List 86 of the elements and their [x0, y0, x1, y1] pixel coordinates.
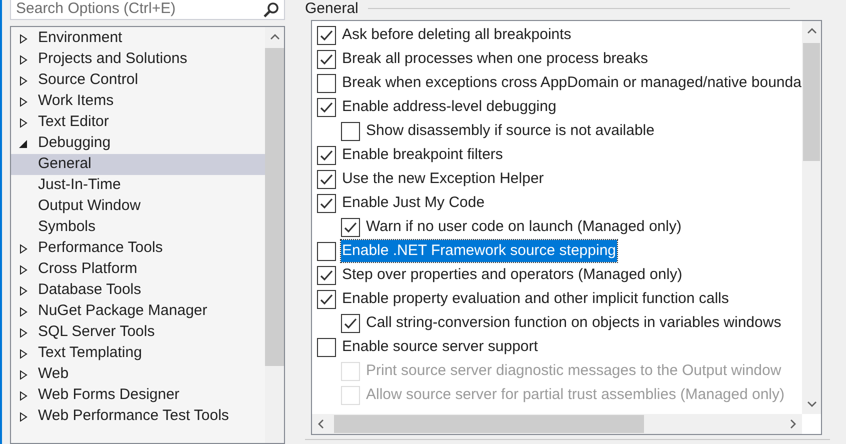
- option-label[interactable]: Ask before deleting all breakpoints: [341, 24, 572, 46]
- horizontal-scrollbar[interactable]: [312, 414, 802, 434]
- tree-item[interactable]: Output Window: [11, 196, 265, 217]
- tree-item[interactable]: Cross Platform: [11, 259, 265, 280]
- collapsed-triangle-icon[interactable]: [19, 306, 28, 316]
- tree-item[interactable]: Database Tools: [11, 280, 265, 301]
- checkbox[interactable]: [317, 242, 336, 260]
- checkmark-icon: [320, 102, 333, 112]
- section-title: General: [305, 1, 360, 16]
- option-label[interactable]: Enable Just My Code: [341, 192, 486, 214]
- expanded-triangle-icon[interactable]: [19, 138, 28, 148]
- option-label[interactable]: Enable .NET Framework source stepping: [341, 240, 618, 262]
- collapsed-triangle-icon[interactable]: [19, 118, 28, 128]
- collapsed-triangle-icon[interactable]: [19, 328, 28, 338]
- checkmark-icon: [344, 222, 357, 232]
- checkbox[interactable]: [317, 98, 336, 116]
- scrollbar-thumb[interactable]: [803, 43, 820, 161]
- collapsed-triangle-icon[interactable]: [19, 348, 28, 358]
- checkbox[interactable]: [317, 194, 336, 212]
- tree-item[interactable]: SQL Server Tools: [11, 322, 265, 343]
- tree-item[interactable]: Debugging: [11, 133, 265, 154]
- tree-item[interactable]: Web Forms Designer: [11, 385, 265, 406]
- chevron-left-icon[interactable]: [317, 419, 325, 429]
- tree-item[interactable]: Text Editor: [11, 112, 265, 133]
- option-label[interactable]: Warn if no user code on launch (Managed only): [365, 216, 682, 238]
- option-label[interactable]: Break all processes when one process breaks: [341, 48, 649, 70]
- collapsed-triangle-icon[interactable]: [19, 370, 28, 380]
- tree-item[interactable]: Environment: [11, 28, 265, 49]
- collapsed-triangle-icon[interactable]: [19, 96, 28, 106]
- option-label[interactable]: Enable property evaluation and other implicit function calls: [341, 288, 730, 310]
- option-label[interactable]: Step over properties and operators (Managed only): [341, 264, 684, 286]
- collapsed-triangle-icon[interactable]: [19, 244, 28, 254]
- chevron-up-icon[interactable]: [806, 27, 817, 35]
- collapsed-triangle-icon[interactable]: [19, 264, 28, 274]
- collapsed-triangle-icon[interactable]: [19, 34, 28, 44]
- tree-item[interactable]: NuGet Package Manager: [11, 301, 265, 322]
- chevron-up-icon[interactable]: [270, 33, 280, 41]
- checkbox[interactable]: [317, 74, 336, 92]
- checkmark-icon: [320, 30, 333, 40]
- checkbox[interactable]: [341, 218, 360, 236]
- checkmark-icon: [320, 150, 333, 160]
- checkmark-icon: [344, 318, 357, 328]
- checkbox[interactable]: [317, 146, 336, 164]
- checkbox[interactable]: [341, 122, 360, 140]
- scrollbar-thumb[interactable]: [334, 415, 644, 433]
- tree-item[interactable]: Text Templating: [11, 343, 265, 364]
- tree-item[interactable]: Performance Tools: [11, 238, 265, 259]
- collapsed-triangle-icon[interactable]: [19, 76, 28, 86]
- checkbox[interactable]: [317, 50, 336, 68]
- collapsed-triangle-icon[interactable]: [19, 412, 28, 422]
- checkmark-icon: [320, 54, 333, 64]
- option-label[interactable]: Use the new Exception Helper: [341, 168, 545, 190]
- checkbox[interactable]: [341, 314, 360, 332]
- scrollbar-thumb[interactable]: [265, 48, 284, 366]
- collapsed-triangle-icon[interactable]: [19, 390, 28, 400]
- tree-item[interactable]: Work Items: [11, 91, 265, 112]
- option-label[interactable]: Call string-conversion function on objects in variables windows: [365, 312, 782, 334]
- chevron-right-icon[interactable]: [789, 419, 798, 429]
- option-label[interactable]: Enable address-level debugging: [341, 96, 558, 118]
- vertical-scrollbar[interactable]: [802, 21, 822, 414]
- checkbox[interactable]: [317, 26, 336, 44]
- search-field[interactable]: Search Options (Ctrl+E): [10, 0, 285, 20]
- collapsed-triangle-icon[interactable]: [19, 54, 28, 64]
- checkmark-icon: [320, 198, 333, 208]
- tree-item[interactable]: Web: [11, 364, 265, 385]
- checkbox[interactable]: [317, 290, 336, 308]
- tree-item[interactable]: Projects and Solutions: [11, 49, 265, 70]
- checkmark-icon: [320, 294, 333, 304]
- tree-item[interactable]: Source Control: [11, 70, 265, 91]
- option-label[interactable]: Enable breakpoint filters: [341, 144, 504, 166]
- checkbox[interactable]: [317, 338, 336, 356]
- search-icon: [263, 2, 279, 18]
- tree-item[interactable]: Web Performance Test Tools: [11, 406, 265, 427]
- checkmark-icon: [320, 174, 333, 184]
- option-label[interactable]: Enable source server support: [341, 336, 539, 358]
- tree-item[interactable]: Just-In-Time: [11, 175, 265, 196]
- option-label[interactable]: Show disassembly if source is not available: [365, 120, 656, 142]
- vertical-scrollbar[interactable]: [265, 27, 284, 443]
- collapsed-triangle-icon[interactable]: [19, 286, 28, 296]
- checkmark-icon: [320, 270, 333, 280]
- checkbox[interactable]: [317, 170, 336, 188]
- checkbox[interactable]: [317, 266, 336, 284]
- chevron-down-icon[interactable]: [806, 400, 817, 408]
- tree-item[interactable]: General: [11, 154, 265, 175]
- tree-item[interactable]: Symbols: [11, 217, 265, 238]
- option-label[interactable]: Break when exceptions cross AppDomain or managed/native bounda: [341, 72, 802, 94]
